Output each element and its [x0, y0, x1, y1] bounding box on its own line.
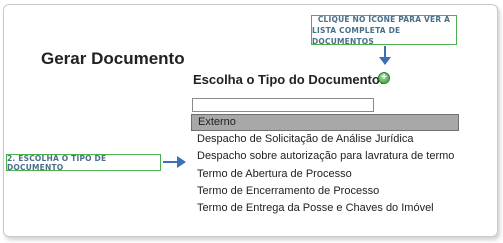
callout-top-line-1: Clique no ícone para ver a — [317, 14, 451, 24]
document-type-option-termo-encerramento[interactable]: Termo de Encerramento de Processo — [191, 183, 459, 200]
document-type-option-termo-abertura[interactable]: Termo de Abertura de Processo — [191, 166, 459, 183]
page-title: Gerar Documento — [41, 49, 185, 68]
document-type-filter-input[interactable] — [192, 98, 374, 112]
arrow-down-icon — [379, 46, 391, 65]
document-type-option-despacho-lavratura-termo[interactable]: Despacho sobre autorização para lavratur… — [191, 148, 459, 165]
arrow-right-icon — [163, 156, 186, 168]
document-type-option-despacho-analise-juridica[interactable]: Despacho de Solicitação de Análise Juríd… — [191, 131, 459, 148]
callout-top-line-2: lista completa de documentos — [312, 25, 401, 46]
document-type-option-termo-entrega-posse[interactable]: Termo de Entrega da Posse e Chaves do Im… — [191, 200, 459, 217]
document-type-list: Externo Despacho de Solicitação de Análi… — [191, 114, 459, 217]
plus-circle-icon[interactable]: + — [378, 72, 390, 84]
document-type-option-externo[interactable]: Externo — [191, 114, 459, 132]
callout-full-list-hint: Clique no ícone para ver a lista complet… — [311, 14, 457, 46]
document-type-label: Escolha o Tipo do Documento: — [193, 72, 385, 87]
callout-choose-type: 2. Escolha o tipo de documento — [6, 154, 161, 172]
